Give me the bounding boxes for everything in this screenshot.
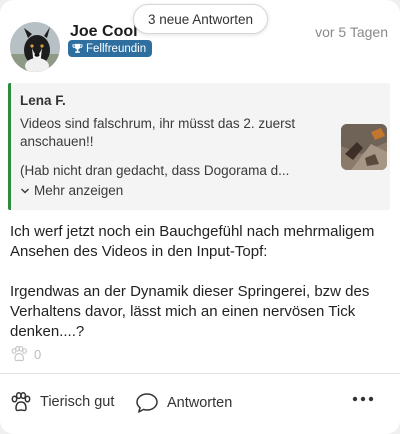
post-timestamp: vor 5 Tagen bbox=[315, 24, 388, 40]
paw-icon bbox=[11, 346, 27, 362]
more-options-button[interactable] bbox=[352, 396, 382, 402]
show-more-link[interactable]: Mehr anzeigen bbox=[20, 183, 123, 198]
quoted-reply[interactable]: Lena F. Videos sind falschrum, ihr müsst… bbox=[8, 83, 390, 210]
quote-thumbnail[interactable] bbox=[341, 124, 387, 170]
avatar-image bbox=[10, 22, 60, 72]
member-badge: Fellfreundin bbox=[68, 40, 153, 57]
like-label: Tierisch gut bbox=[40, 394, 115, 410]
reaction-summary[interactable]: 0 bbox=[10, 346, 41, 362]
like-button[interactable]: Tierisch gut bbox=[10, 392, 114, 412]
post-card: 3 neue Antworten Joe Cool Fellfreundin v… bbox=[0, 0, 400, 434]
speech-bubble-icon bbox=[136, 393, 158, 413]
post-actions: Tierisch gut Antworten bbox=[0, 390, 400, 420]
quote-author: Lena F. bbox=[20, 93, 66, 108]
show-more-label: Mehr anzeigen bbox=[34, 183, 124, 198]
post-body: Ich werf jetzt noch ein Bauchgefühl nach… bbox=[10, 222, 390, 362]
post-paragraph: Irgendwas an der Dynamik dieser Springer… bbox=[10, 283, 370, 340]
quote-text-continued: (Hab nicht dran gedacht, dass Dogorama d… bbox=[20, 163, 290, 178]
badge-label: Fellfreundin bbox=[86, 42, 147, 55]
trophy-icon bbox=[72, 43, 83, 53]
reply-label: Antworten bbox=[167, 395, 233, 411]
quote-thumbnail-image bbox=[341, 124, 387, 170]
reaction-count: 0 bbox=[34, 346, 42, 362]
divider bbox=[0, 373, 400, 374]
avatar[interactable] bbox=[10, 22, 60, 72]
quote-text: Videos sind falschrum, ihr müsst das 2. … bbox=[20, 116, 296, 149]
post-paragraph: Ich werf jetzt noch ein Bauchgefühl nach… bbox=[10, 223, 375, 260]
paw-icon bbox=[11, 392, 31, 412]
author-name[interactable]: Joe Cool bbox=[70, 23, 138, 41]
new-replies-pill[interactable]: 3 neue Antworten bbox=[133, 4, 268, 34]
more-horizontal-icon bbox=[352, 396, 374, 402]
reply-button[interactable]: Antworten bbox=[135, 392, 232, 414]
new-replies-label: 3 neue Antworten bbox=[147, 11, 254, 27]
chevron-down-icon bbox=[21, 188, 29, 193]
